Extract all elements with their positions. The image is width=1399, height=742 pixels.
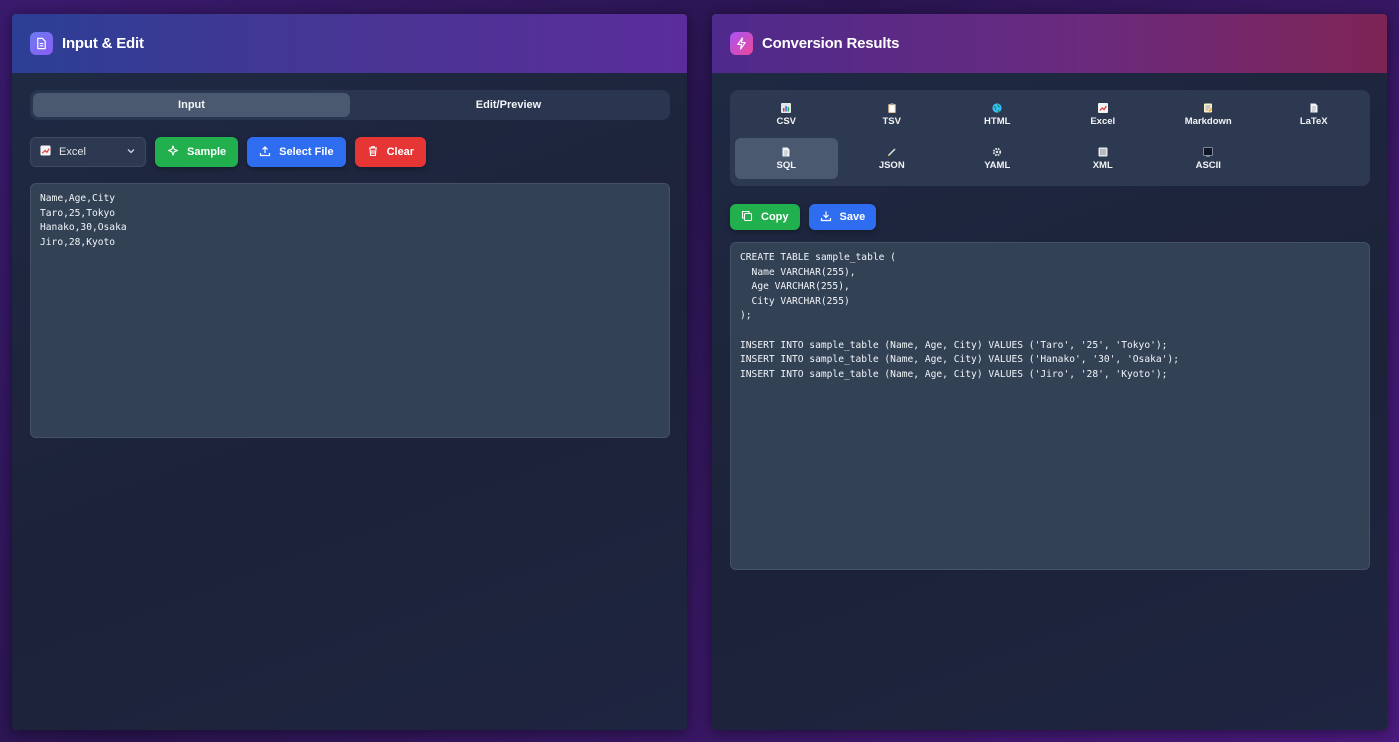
format-ascii[interactable]: ASCII — [1157, 138, 1260, 179]
format-csv-label: CSV — [776, 115, 797, 127]
format-html-label: HTML — [984, 115, 1011, 127]
format-xml-label: XML — [1092, 159, 1113, 171]
format-json-label: JSON — [878, 159, 905, 171]
document-icon — [30, 32, 53, 55]
globe-icon — [992, 102, 1002, 113]
download-icon — [820, 210, 832, 225]
input-format-value: Excel — [59, 146, 86, 158]
format-grid: CSV TSV HTML Excel Markdown LaTeX SQL JS… — [730, 90, 1370, 186]
results-actions: Copy Save — [730, 204, 877, 230]
format-html[interactable]: HTML — [946, 94, 1049, 135]
format-json[interactable]: JSON — [841, 138, 944, 179]
format-markdown-label: Markdown — [1184, 115, 1232, 127]
pencil-icon — [887, 147, 897, 157]
document-icon — [1098, 147, 1108, 157]
sample-button[interactable]: Sample — [155, 137, 239, 167]
format-tsv-label: TSV — [882, 115, 901, 127]
results-panel-header: Conversion Results — [712, 14, 1387, 73]
select-file-button-label: Select File — [279, 146, 334, 158]
conversion-results-panel: Conversion Results CSV TSV HTML Excel Ma… — [712, 14, 1387, 730]
format-sql-label: SQL — [776, 159, 797, 171]
chart-up-icon — [40, 145, 51, 159]
format-xml[interactable]: XML — [1052, 138, 1155, 179]
input-format-select[interactable]: Excel — [30, 137, 146, 167]
chevron-down-icon — [126, 146, 136, 159]
tab-input[interactable]: Input — [33, 93, 350, 117]
format-markdown[interactable]: Markdown — [1157, 94, 1260, 135]
chart-up-icon — [1097, 102, 1108, 113]
format-tsv[interactable]: TSV — [841, 94, 944, 135]
save-button-label: Save — [839, 211, 866, 223]
page-icon — [1309, 103, 1319, 113]
gear-icon — [992, 147, 1002, 157]
copy-icon — [741, 210, 753, 225]
upload-icon — [259, 145, 271, 160]
copy-button-label: Copy — [761, 211, 789, 223]
lightning-icon — [730, 32, 753, 55]
sample-button-label: Sample — [187, 146, 227, 158]
output-textarea[interactable]: CREATE TABLE sample_table ( Name VARCHAR… — [730, 242, 1370, 570]
format-excel-label: Excel — [1090, 115, 1116, 127]
clipboard-icon — [887, 102, 897, 113]
format-ascii-label: ASCII — [1195, 159, 1221, 171]
page-icon — [781, 147, 791, 157]
format-yaml-label: YAML — [984, 159, 1011, 171]
input-textarea[interactable]: Name,Age,City Taro,25,Tokyo Hanako,30,Os… — [30, 183, 670, 438]
input-tabs: Input Edit/Preview — [30, 90, 670, 120]
trash-icon — [367, 145, 379, 160]
terminal-icon — [1203, 146, 1214, 157]
save-button[interactable]: Save — [808, 204, 877, 230]
bar-chart-icon — [781, 102, 792, 113]
format-csv[interactable]: CSV — [735, 94, 838, 135]
input-panel-title: Input & Edit — [62, 35, 144, 52]
sparkle-icon — [167, 144, 179, 160]
format-sql[interactable]: SQL — [735, 138, 838, 179]
format-yaml[interactable]: YAML — [946, 138, 1049, 179]
input-panel-header: Input & Edit — [12, 14, 687, 73]
results-panel-title: Conversion Results — [762, 35, 900, 52]
clear-button-label: Clear — [386, 146, 415, 158]
input-edit-panel: Input & Edit Input Edit/Preview Excel Sa… — [12, 14, 687, 730]
select-file-button[interactable]: Select File — [247, 137, 346, 167]
format-latex-label: LaTeX — [1299, 115, 1328, 127]
clear-button[interactable]: Clear — [354, 137, 427, 167]
format-latex[interactable]: LaTeX — [1263, 94, 1366, 135]
format-excel[interactable]: Excel — [1052, 94, 1155, 135]
tab-edit-preview[interactable]: Edit/Preview — [350, 93, 667, 117]
copy-button[interactable]: Copy — [730, 204, 800, 230]
memo-icon — [1203, 103, 1213, 113]
input-toolbar: Excel Sample Select File Clear — [30, 137, 427, 167]
